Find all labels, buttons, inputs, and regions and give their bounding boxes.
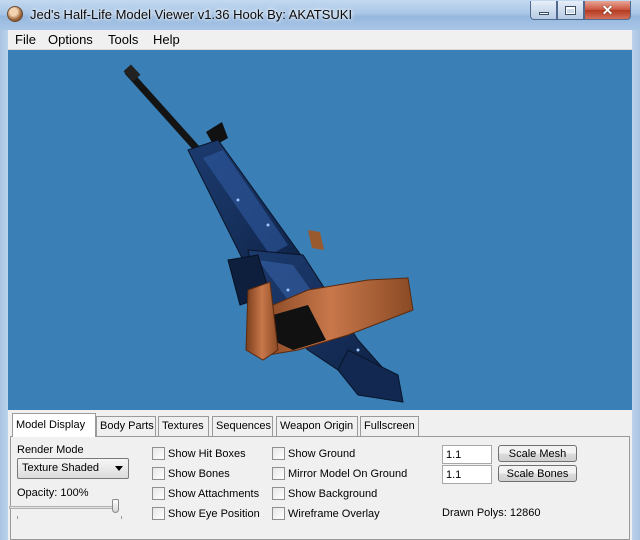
show-attachments-checkbox[interactable] [152, 487, 165, 500]
opacity-slider-thumb[interactable] [112, 499, 119, 513]
menu-tools[interactable]: Tools [105, 32, 141, 47]
opacity-slider-track[interactable] [9, 506, 115, 509]
show-background-label: Show Background [288, 488, 378, 500]
scale-mesh-button[interactable]: Scale Mesh [498, 445, 577, 462]
show-hit-boxes-checkbox[interactable] [152, 447, 165, 460]
chevron-down-icon [115, 466, 123, 471]
show-bones-checkbox[interactable] [152, 467, 165, 480]
wireframe-overlay-label: Wireframe Overlay [288, 508, 380, 520]
show-bones-label: Show Bones [168, 468, 230, 480]
show-eye-position-label: Show Eye Position [168, 508, 260, 520]
tab-model-display[interactable]: Model Display [12, 413, 96, 437]
show-attachments-label: Show Attachments [168, 488, 260, 500]
tab-sequences[interactable]: Sequences [212, 416, 273, 436]
minimize-icon [538, 12, 549, 15]
opacity-label: Opacity: 100% [17, 487, 89, 499]
wireframe-overlay-checkbox[interactable] [272, 507, 285, 520]
mirror-model-checkbox[interactable] [272, 467, 285, 480]
close-icon: ✕ [601, 2, 614, 18]
scale-bones-input[interactable]: 1.1 [442, 465, 492, 484]
scale-bones-button[interactable]: Scale Bones [498, 465, 577, 482]
show-ground-label: Show Ground [288, 448, 356, 460]
tab-body-parts[interactable]: Body Parts [96, 416, 156, 436]
minimize-button[interactable] [530, 1, 557, 20]
title-bar[interactable]: Jed's Half-Life Model Viewer v1.36 Hook … [0, 0, 640, 30]
slider-tick [17, 516, 18, 519]
render-mode-value: Texture Shaded [22, 462, 100, 474]
tab-fullscreen[interactable]: Fullscreen [360, 416, 419, 436]
tab-weapon-origin[interactable]: Weapon Origin [276, 416, 358, 436]
show-hit-boxes-label: Show Hit Boxes [168, 448, 246, 460]
window-title: Jed's Half-Life Model Viewer v1.36 Hook … [30, 7, 353, 22]
window-frame-left [0, 30, 8, 540]
render-mode-label: Render Mode [17, 444, 84, 456]
show-eye-position-checkbox[interactable] [152, 507, 165, 520]
maximize-icon [565, 5, 576, 15]
slider-tick [121, 516, 122, 519]
menu-bar: File Options Tools Help [8, 30, 632, 50]
render-mode-select[interactable]: Texture Shaded [17, 458, 129, 479]
drawn-polys-readout: Drawn Polys: 12860 [442, 507, 541, 519]
scale-mesh-input[interactable]: 1.1 [442, 445, 492, 464]
weapon-model [123, 64, 414, 403]
close-button[interactable]: ✕ [584, 1, 631, 20]
show-background-checkbox[interactable] [272, 487, 285, 500]
window-frame-right [632, 30, 640, 540]
mirror-model-label: Mirror Model On Ground [288, 468, 408, 480]
tab-textures[interactable]: Textures [158, 416, 209, 436]
menu-help[interactable]: Help [150, 32, 183, 47]
app-head-icon [7, 6, 23, 22]
model-viewport[interactable] [8, 50, 632, 410]
show-ground-checkbox[interactable] [272, 447, 285, 460]
menu-options[interactable]: Options [45, 32, 96, 47]
menu-file[interactable]: File [12, 32, 39, 47]
maximize-button[interactable] [557, 1, 584, 20]
